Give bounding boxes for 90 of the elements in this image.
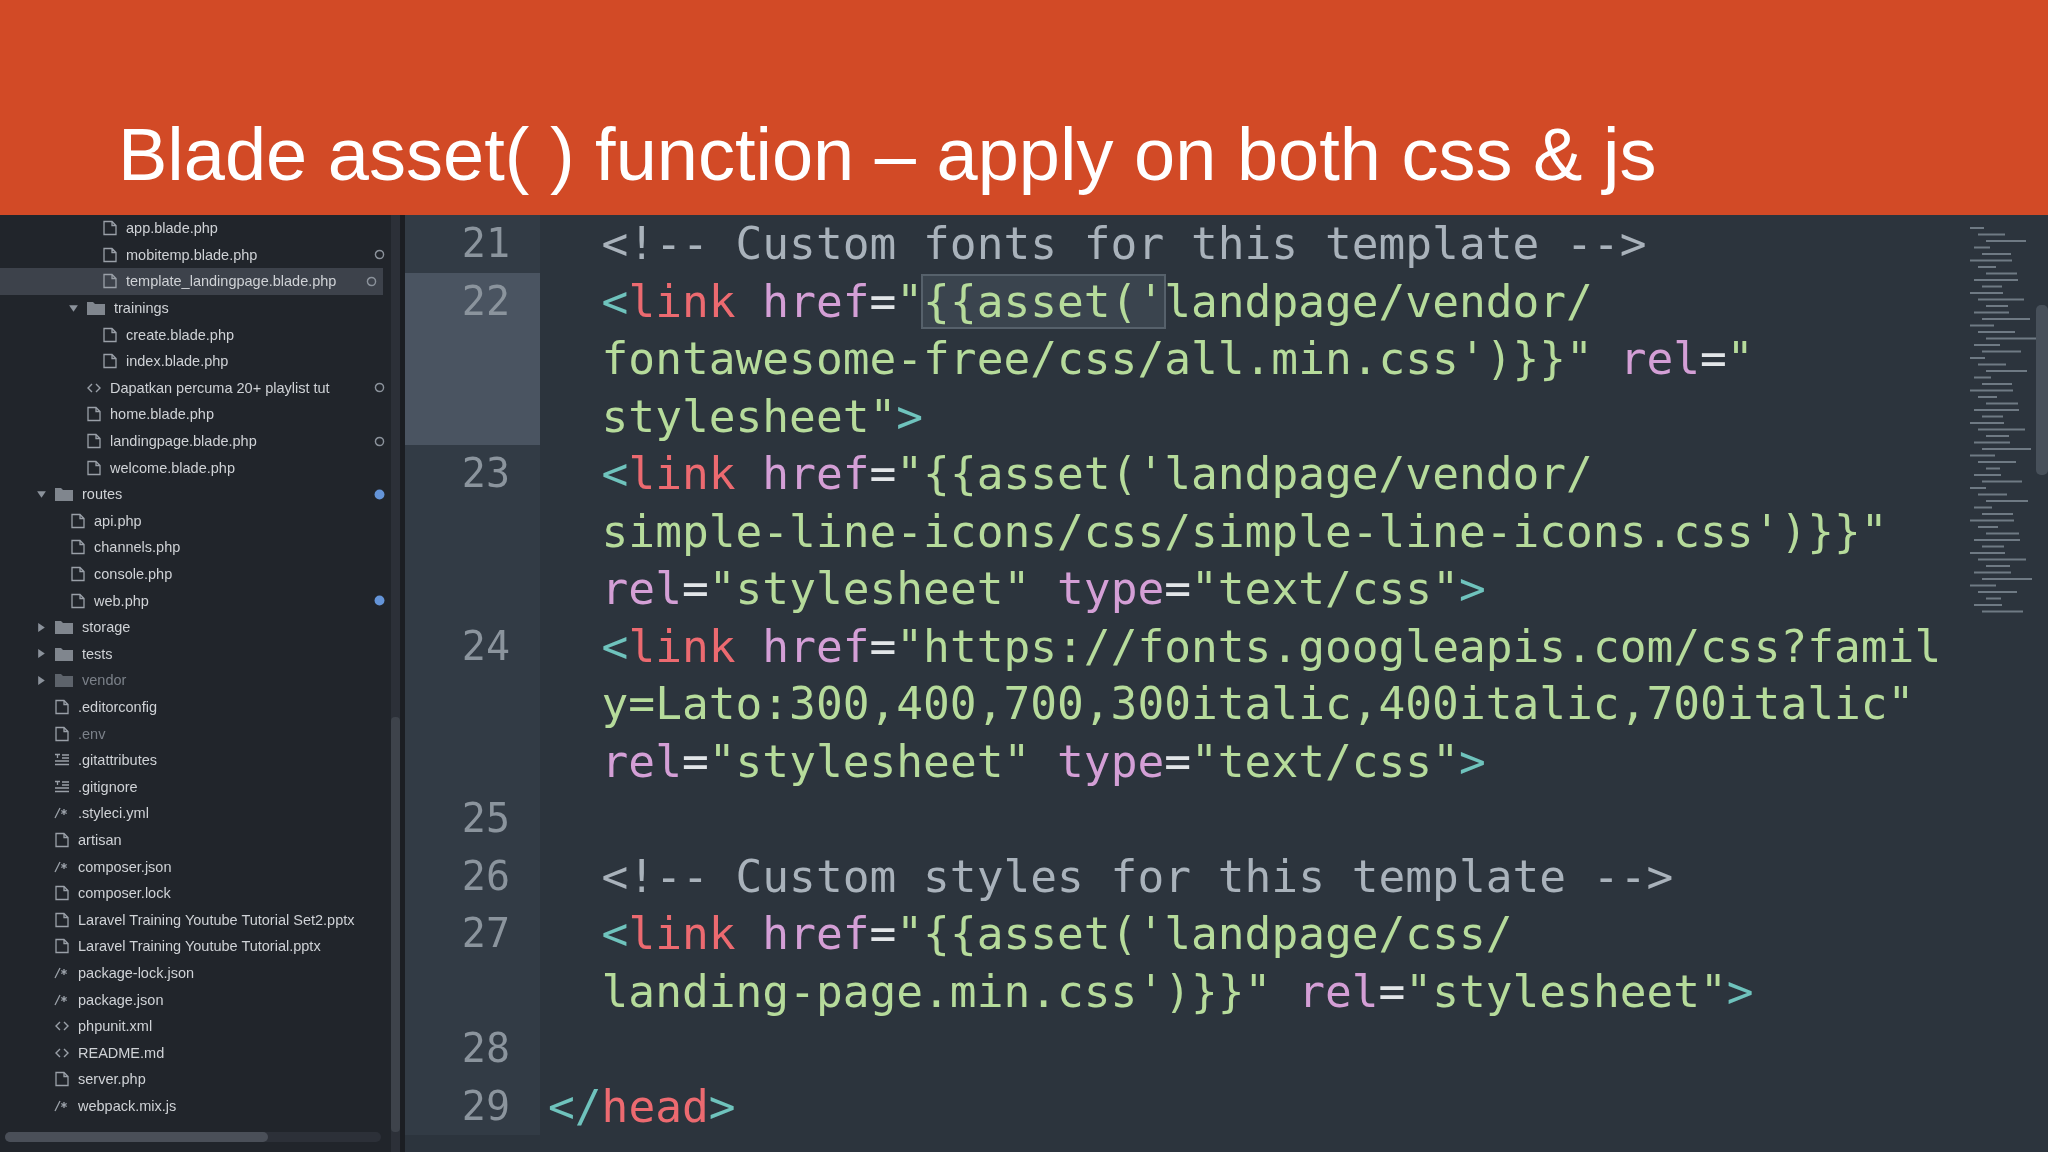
file-item[interactable]: console.php: [0, 560, 391, 588]
file-item[interactable]: Dapatkan percuma 20+ playlist tut: [0, 374, 391, 402]
line-number: 24: [461, 621, 510, 671]
code-line: simple-line-icons/css/simple-line-icons.css')}}": [600, 504, 1889, 559]
folder-icon: [54, 619, 74, 636]
folder-item[interactable]: vendor: [0, 667, 391, 694]
file-icon: [86, 459, 102, 476]
file-icon: [70, 539, 86, 556]
file-item[interactable]: landingpage.blade.php: [0, 427, 391, 455]
file-item[interactable]: .gitignore: [0, 773, 391, 801]
code-line: landing-page.min.css')}}" rel="stylesheet">: [600, 964, 1755, 1019]
file-item[interactable]: composer.json: [0, 853, 391, 880]
file-icon: [54, 699, 70, 715]
folder-icon: [54, 672, 74, 689]
file-item[interactable]: server.php: [0, 1066, 391, 1093]
file-item[interactable]: README.md: [0, 1039, 391, 1066]
horizontal-scrollbar[interactable]: [5, 1132, 381, 1142]
file-item[interactable]: Laravel Training Youtube Tutorial Set2.pptx: [0, 906, 391, 934]
disclosure-triangle-icon[interactable]: [36, 674, 47, 686]
file-icon: [70, 592, 86, 609]
line-number: 22: [461, 276, 510, 326]
file-icon: [70, 512, 86, 529]
code-line: <link href="{{asset('landpage/vendor/: [600, 447, 1594, 501]
vertical-scrollbar[interactable]: [391, 215, 400, 1152]
code-line: <link href="{{asset('landpage/css/: [600, 907, 1514, 961]
file-item[interactable]: channels.php: [0, 534, 391, 561]
file-item[interactable]: web.php: [0, 587, 391, 614]
code-line: <!-- Custom styles for this template -->: [600, 849, 1675, 904]
file-item[interactable]: index.blade.php: [0, 347, 391, 375]
text-lines-icon: [54, 778, 70, 795]
line-number: 21: [461, 219, 510, 268]
file-icon: [54, 911, 70, 928]
file-icon: [102, 326, 118, 343]
code-line: rel="stylesheet" type="text/css">: [600, 562, 1487, 616]
code-line: <link href="https://fonts.googleapis.com/css?famil: [600, 619, 1943, 674]
file-item[interactable]: home.blade.php: [0, 401, 391, 428]
file-icon: [70, 566, 86, 582]
folder-icon: [86, 300, 106, 317]
code-line: </head>: [548, 1079, 737, 1134]
file-item[interactable]: mobitemp.blade.php: [0, 241, 391, 269]
code-line: <!-- Custom fonts for this template -->: [600, 217, 1648, 271]
file-icon: [54, 885, 70, 902]
code-line: stylesheet">: [600, 389, 925, 444]
line-number: 29: [461, 1081, 510, 1131]
file-icon: [86, 433, 102, 450]
code-line: rel="stylesheet" type="text/css">: [600, 734, 1487, 789]
file-item[interactable]: Laravel Training Youtube Tutorial.pptx: [0, 933, 391, 960]
disclosure-triangle-icon[interactable]: [36, 488, 47, 500]
code-line: fontawesome-free/css/all.min.css')}}" rel=": [600, 332, 1755, 386]
file-item[interactable]: composer.lock: [0, 879, 391, 907]
disclosure-triangle-icon[interactable]: [36, 621, 47, 633]
line-number: 26: [461, 851, 510, 901]
file-item[interactable]: .styleci.yml: [0, 800, 391, 827]
line-number: 23: [461, 449, 510, 498]
file-icon: [54, 1071, 70, 1088]
file-item[interactable]: .editorconfig: [0, 693, 391, 721]
file-item[interactable]: app.blade.php: [0, 215, 391, 242]
file-item[interactable]: webpack.mix.js: [0, 1092, 391, 1120]
folder-icon: [54, 486, 74, 503]
file-item[interactable]: create.blade.php: [0, 321, 391, 348]
file-icon: [102, 353, 118, 370]
line-number: 25: [461, 794, 510, 843]
file-icon: [102, 246, 118, 263]
file-icon: [86, 406, 102, 423]
file-item[interactable]: package.json: [0, 986, 391, 1013]
folder-item[interactable]: tests: [0, 640, 391, 668]
file-icon: [54, 831, 70, 848]
folder-icon: [54, 645, 74, 662]
file-icon: [102, 220, 118, 237]
file-item[interactable]: .gitattributes: [0, 746, 391, 774]
file-item[interactable]: .env: [0, 720, 391, 747]
file-item[interactable]: welcome.blade.php: [0, 454, 391, 481]
file-item[interactable]: package-lock.json: [0, 959, 391, 987]
slide-title: Blade asset( ) function – apply on both css & js: [118, 113, 1657, 195]
folder-item[interactable]: storage: [0, 613, 391, 641]
folder-item[interactable]: trainings: [0, 294, 391, 322]
folder-item[interactable]: routes: [0, 480, 391, 508]
file-icon: [54, 938, 70, 955]
disclosure-triangle-icon[interactable]: [68, 302, 79, 314]
file-item[interactable]: phpunit.xml: [0, 1012, 391, 1040]
file-item[interactable]: artisan: [0, 826, 391, 854]
code-line: <link href="{{asset('landpage/vendor/: [600, 274, 1594, 329]
file-item[interactable]: template_landingpage.blade.php: [0, 268, 383, 295]
line-number: 27: [461, 909, 510, 958]
code-line: y=Lato:300,400,700,300italic,400italic,700italic": [600, 677, 1916, 731]
file-item[interactable]: api.php: [0, 507, 391, 535]
file-icon: [54, 725, 70, 742]
file-icon: [102, 273, 118, 290]
line-number: 28: [461, 1024, 510, 1073]
disclosure-triangle-icon[interactable]: [36, 648, 47, 660]
